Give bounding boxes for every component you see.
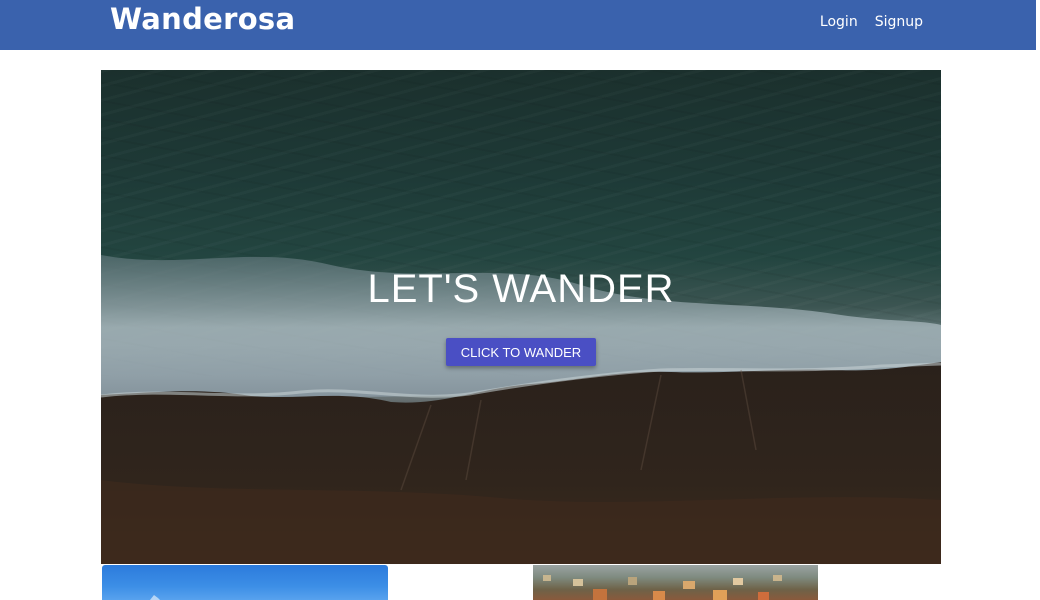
shoreline-illustration (101, 255, 941, 564)
brand-logo[interactable]: Wanderosa (110, 2, 295, 36)
hero-title: LET'S WANDER (367, 267, 675, 311)
login-link[interactable]: Login (820, 14, 858, 30)
coastal-town-photo[interactable] (533, 565, 818, 600)
click-to-wander-button[interactable]: CLICK TO WANDER (446, 338, 596, 366)
navbar: Wanderosa Login Signup (0, 0, 1036, 50)
blue-sky-photo[interactable] (102, 565, 388, 600)
signup-link[interactable]: Signup (875, 14, 923, 30)
nav-links: Login Signup (820, 14, 923, 30)
hero-banner: LET'S WANDER CLICK TO WANDER (101, 70, 941, 564)
sky-image (150, 595, 160, 600)
town-image (543, 575, 782, 600)
